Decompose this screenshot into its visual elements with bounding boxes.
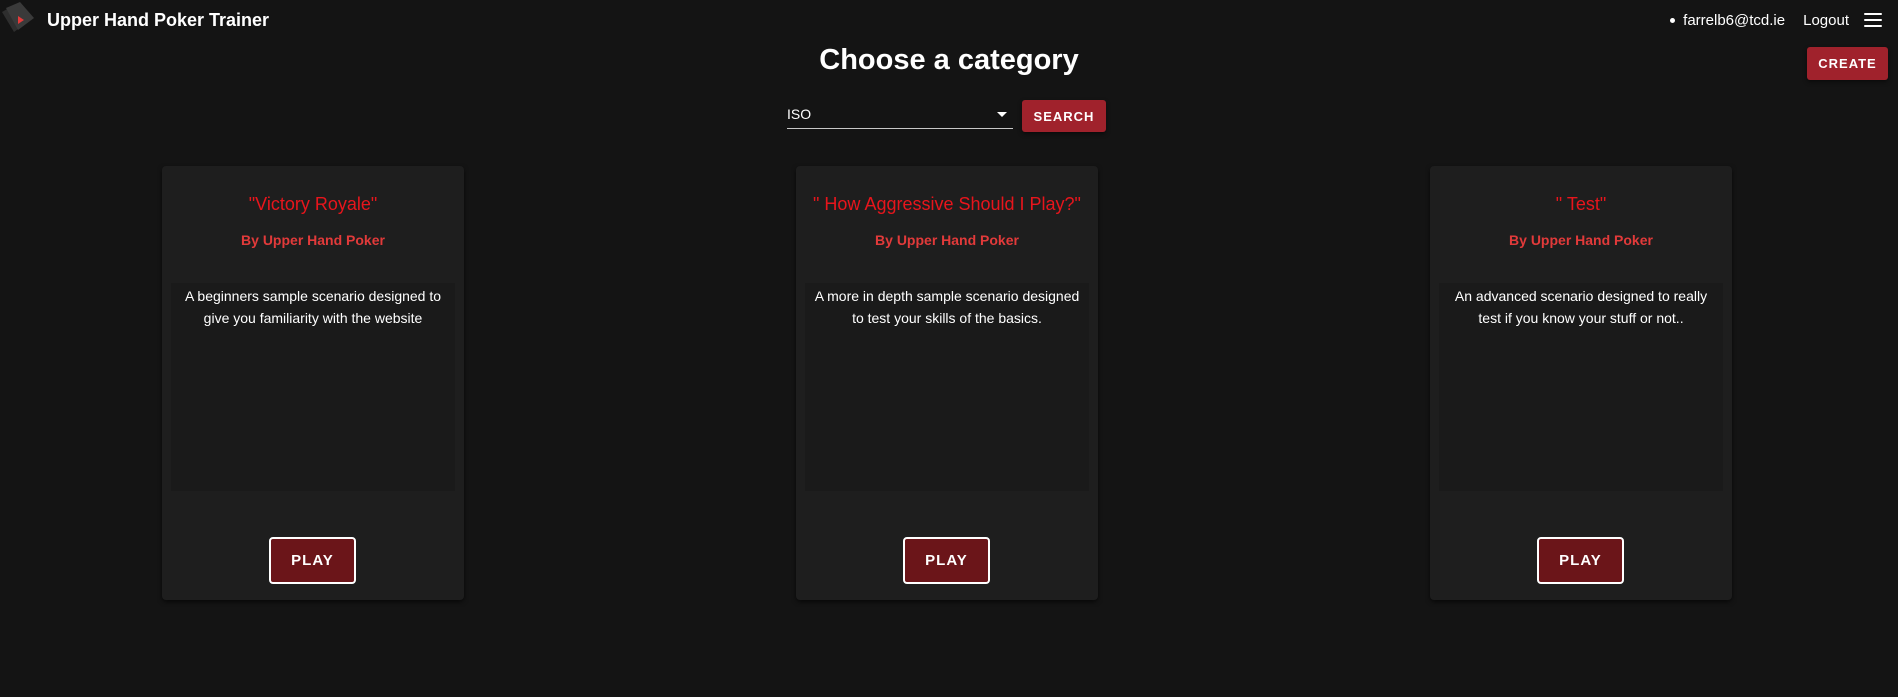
play-button[interactable]: PLAY: [1537, 537, 1624, 584]
poker-card-logo-icon[interactable]: [0, 0, 40, 40]
scenario-card: " How Aggressive Should I Play?" By Uppe…: [796, 166, 1098, 600]
category-select[interactable]: ISO: [787, 104, 1013, 129]
card-description: A more in depth sample scenario designed…: [814, 288, 1080, 326]
card-title: " How Aggressive Should I Play?": [813, 194, 1081, 214]
online-dot-icon: [1670, 17, 1676, 23]
top-bar: Upper Hand Poker Trainer farrelb6@tcd.ie…: [0, 0, 1898, 40]
app-title[interactable]: Upper Hand Poker Trainer: [47, 10, 269, 31]
play-button[interactable]: PLAY: [269, 537, 356, 584]
card-title: " Test": [1555, 194, 1607, 214]
card-description-box: A more in depth sample scenario designed…: [805, 283, 1089, 491]
card-description: A beginners sample scenario designed to …: [184, 288, 442, 326]
scenario-card: " Test" By Upper Hand Poker An advanced …: [1430, 166, 1732, 600]
play-button[interactable]: PLAY: [903, 537, 990, 584]
page: Upper Hand Poker Trainer farrelb6@tcd.ie…: [0, 0, 1898, 697]
search-button[interactable]: SEARCH: [1022, 100, 1106, 132]
scenario-card: "Victory Royale" By Upper Hand Poker A b…: [162, 166, 464, 600]
card-description-box: An advanced scenario designed to really …: [1439, 283, 1723, 491]
category-selected-value: ISO: [787, 106, 812, 122]
user-email: farrelb6@tcd.ie: [1683, 11, 1786, 29]
card-author: By Upper Hand Poker: [241, 232, 385, 248]
card-title: "Victory Royale": [248, 194, 378, 214]
card-author: By Upper Hand Poker: [875, 232, 1019, 248]
card-author: By Upper Hand Poker: [1509, 232, 1653, 248]
card-description: An advanced scenario designed to really …: [1454, 288, 1708, 326]
logout-link[interactable]: Logout: [1803, 12, 1849, 29]
chevron-down-icon: [997, 112, 1007, 117]
card-description-box: A beginners sample scenario designed to …: [171, 283, 455, 491]
hamburger-menu-icon[interactable]: [1864, 13, 1882, 27]
user-area: farrelb6@tcd.ie Logout: [1670, 0, 1898, 40]
page-title: Choose a category: [819, 44, 1079, 76]
